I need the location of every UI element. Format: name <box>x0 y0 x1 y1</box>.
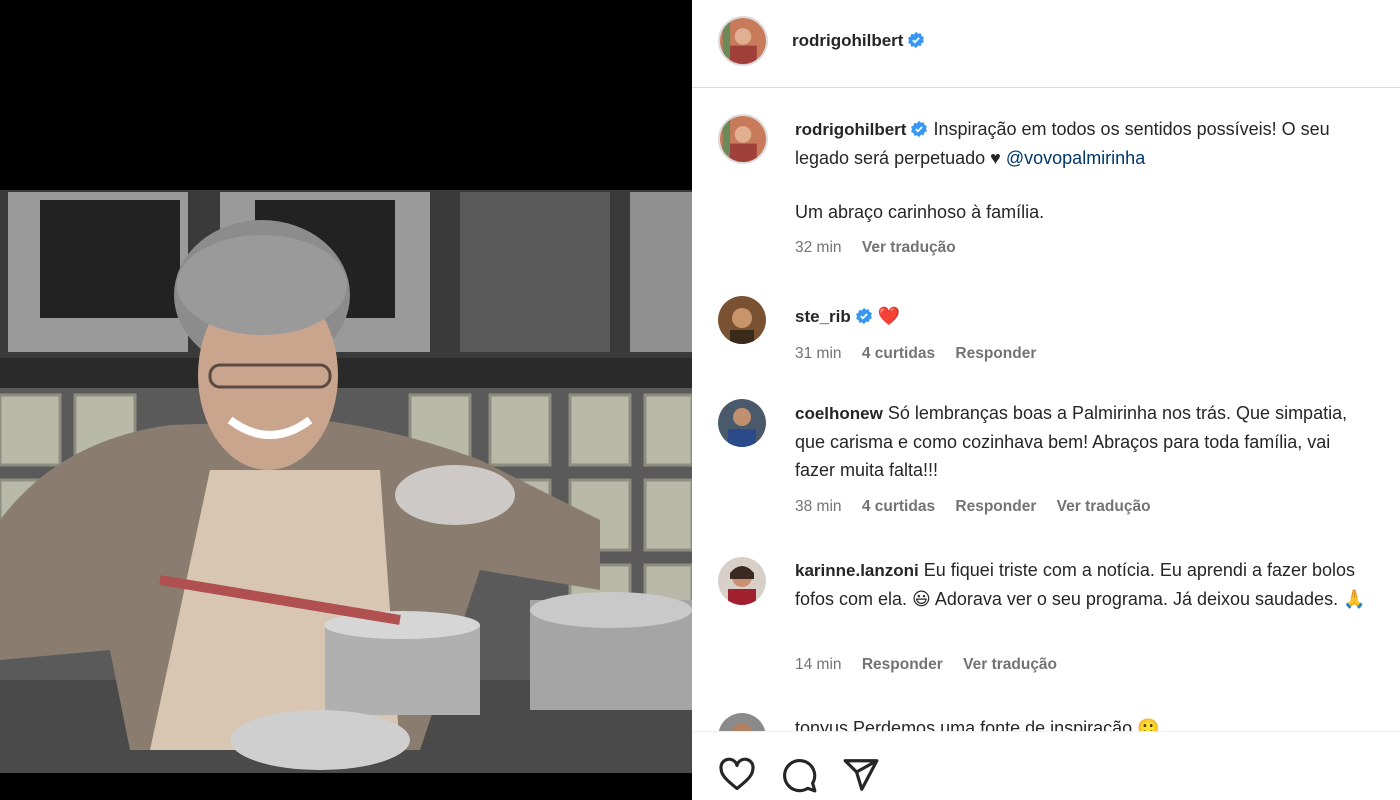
comment-time[interactable]: 38 min <box>795 498 842 515</box>
caption-time[interactable]: 32 min <box>795 239 842 256</box>
heart-icon[interactable] <box>718 756 756 794</box>
caption-mention-link[interactable]: @vovopalmirinha <box>1006 148 1145 168</box>
comment-reply-button[interactable]: Responder <box>862 656 943 673</box>
header-username[interactable]: rodrigohilbert <box>792 31 903 50</box>
commenter-avatar[interactable] <box>718 713 766 731</box>
comment-likes-count[interactable]: 4 curtidas <box>862 498 935 515</box>
caption-text: rodrigohilbert Inspiração em todos os se… <box>795 115 1375 172</box>
comment-translate-button[interactable]: Ver tradução <box>1057 498 1151 515</box>
verified-badge-icon <box>908 31 925 49</box>
kitchen-photo-image <box>0 190 692 773</box>
comment-translate-button[interactable]: Ver tradução <box>963 656 1057 673</box>
comment-text: karinne.lanzoni Eu fiquei triste com a n… <box>795 556 1375 613</box>
post-media <box>0 0 692 800</box>
comment-text: coelhonew Só lembranças boas a Palmirinh… <box>795 399 1375 484</box>
commenter-avatar[interactable] <box>718 557 766 605</box>
author-avatar[interactable] <box>718 16 768 66</box>
post-header: rodrigohilbert <box>692 0 1400 88</box>
caption-translate-button[interactable]: Ver tradução <box>862 239 956 256</box>
comment-username[interactable]: coelhonew <box>795 404 883 423</box>
comment-meta: 31 min 4 curtidas Responder <box>795 345 1052 363</box>
comment-reply-button[interactable]: Responder <box>955 498 1036 515</box>
comment-meta: 14 min Responder Ver tradução <box>795 656 1073 674</box>
verified-badge-icon <box>855 307 872 325</box>
share-icon[interactable] <box>842 756 880 794</box>
post-side-panel: rodrigohilbert rodrigohilbert Inspiração… <box>692 0 1400 800</box>
comment-text: ste_rib ❤️ <box>795 302 1375 331</box>
caption-author-avatar[interactable] <box>718 114 768 164</box>
comment-time[interactable]: 31 min <box>795 345 842 362</box>
comment-time[interactable]: 14 min <box>795 656 842 673</box>
comments-list[interactable]: rodrigohilbert Inspiração em todos os se… <box>692 89 1400 731</box>
comment-body: ❤️ <box>877 306 901 326</box>
verified-badge-icon <box>911 120 928 138</box>
caption-second-line: Um abraço carinhoso à família. <box>795 202 1045 222</box>
comment-username[interactable]: ste_rib <box>795 307 851 326</box>
caption-meta: 32 min Ver tradução <box>795 239 972 257</box>
comment-meta: 38 min 4 curtidas Responder Ver tradução <box>795 498 1167 516</box>
caption-username[interactable]: rodrigohilbert <box>795 120 906 139</box>
commenter-avatar[interactable] <box>718 399 766 447</box>
commenter-avatar[interactable] <box>718 296 766 344</box>
comment-likes-count[interactable]: 4 curtidas <box>862 345 935 362</box>
comment-username[interactable]: karinne.lanzoni <box>795 561 919 580</box>
header-username-row: rodrigohilbert <box>792 31 925 51</box>
caption-heart-glyph: ♥ <box>990 148 1001 168</box>
comment-icon[interactable] <box>780 756 818 794</box>
comment-text: tonyus Perdemos uma fonte de inspiração … <box>795 718 1160 731</box>
comment-reply-button[interactable]: Responder <box>955 345 1036 362</box>
post-actions-bar <box>692 731 1400 800</box>
post-photo[interactable] <box>0 190 692 773</box>
